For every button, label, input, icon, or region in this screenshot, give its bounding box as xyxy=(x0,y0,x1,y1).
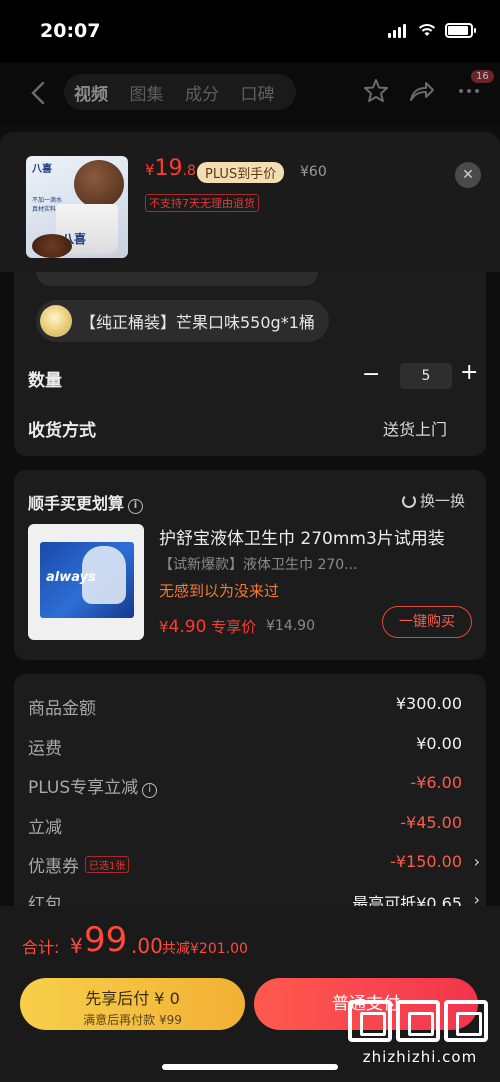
summary-value: -¥150.00 xyxy=(390,852,462,871)
more-badge: 16 xyxy=(471,70,494,83)
rec-price-value: 4.90 xyxy=(168,617,207,637)
summary-value: ¥300.00 xyxy=(395,694,462,713)
total-saved: 共减¥201.00 xyxy=(162,941,248,957)
info-icon[interactable]: i xyxy=(142,783,158,798)
plus-discount-label: PLUS专享立减 xyxy=(28,778,139,798)
close-icon: ✕ xyxy=(462,167,474,183)
share-icon[interactable] xyxy=(406,76,436,106)
price-decimal: .8 xyxy=(182,163,196,179)
tab-ingredients[interactable]: 成分 xyxy=(185,80,241,105)
watermark-logo-icon xyxy=(348,1000,492,1042)
shipping-method-label: 收货方式 xyxy=(28,421,96,441)
status-time: 20:07 xyxy=(40,20,101,42)
watermark-text: zhizhizhi.com xyxy=(362,1048,478,1066)
info-icon[interactable]: i xyxy=(128,499,144,514)
spec-thumbnail xyxy=(40,305,72,337)
coupon-label: 优惠券 xyxy=(28,857,79,877)
battery-tip xyxy=(474,28,476,33)
home-indicator xyxy=(162,1064,338,1070)
total-currency: ¥ xyxy=(70,934,83,958)
quantity-plus-button[interactable]: + xyxy=(460,360,478,385)
summary-label: 立减 xyxy=(28,818,62,838)
quantity-minus-button[interactable]: − xyxy=(362,362,380,387)
one-click-buy-button[interactable]: 一键购买 xyxy=(382,606,472,638)
quantity-input[interactable]: 5 xyxy=(400,363,452,389)
recommend-product-slogan: 无感到以为没来过 xyxy=(159,582,280,600)
wifi-icon xyxy=(418,24,436,36)
total-integer: 99 xyxy=(84,920,128,960)
price-currency: ¥ xyxy=(145,161,155,179)
summary-row-coupon[interactable]: 优惠券 已选1张 -¥150.00 › xyxy=(28,852,480,877)
spec-option-selected[interactable]: 【纯正桶装】芒果口味550g*1桶 xyxy=(36,300,329,342)
summary-value: -¥45.00 xyxy=(400,813,462,832)
watermark: zhizhizhi.com xyxy=(348,1000,492,1066)
chocolate-image xyxy=(32,234,72,258)
recommend-product-image[interactable]: always xyxy=(28,524,144,640)
summary-row-plus-discount: PLUS专享立减 i -¥6.00 xyxy=(28,773,474,798)
chocolate-ball-image xyxy=(74,160,124,208)
rec-price-tag: 专享价 xyxy=(211,618,257,636)
recommend-title-text: 顺手买更划算 xyxy=(28,494,125,513)
spec-card: 【纯正桶装】芒果口味550g*1桶 数量 − 5 + 收货方式 送货上门 xyxy=(14,272,486,456)
tab-video[interactable]: 视频 xyxy=(74,80,130,105)
summary-label: 优惠券 已选1张 xyxy=(28,852,130,877)
recommend-product-subtitle: 【试新爆款】液体卫生巾 270... xyxy=(159,557,358,573)
order-summary-card: 商品金额 ¥300.00 运费 ¥0.00 PLUS专享立减 i -¥6.00 立… xyxy=(14,674,486,915)
spec-option-partial[interactable] xyxy=(36,272,318,286)
pay-later-button[interactable]: 先享后付 ¥ 0 满意后再付款 ¥99 xyxy=(20,978,245,1030)
plus-price-tag: PLUS到手价 xyxy=(197,162,285,183)
summary-row-instant-discount: 立减 -¥45.00 xyxy=(28,813,474,838)
pad-brand-text: always xyxy=(46,570,96,585)
refresh-icon xyxy=(402,494,416,508)
recommend-title: 顺手买更划算 i xyxy=(28,490,144,514)
back-arrow-icon[interactable] xyxy=(24,78,54,108)
battery-icon xyxy=(445,23,473,38)
recommend-product-title[interactable]: 护舒宝液体卫生巾 270mm3片试用装 xyxy=(159,524,445,549)
spec-option-label: 【纯正桶装】芒果口味550g*1桶 xyxy=(80,313,315,332)
chevron-right-icon: › xyxy=(473,852,480,871)
tab-gallery[interactable]: 图集 xyxy=(130,80,186,105)
nav-tabs: 视频 图集 成分 口碑 xyxy=(64,74,296,110)
summary-row-subtotal: 商品金额 ¥300.00 xyxy=(28,694,474,719)
summary-label: 商品金额 xyxy=(28,699,96,719)
product-thumbnail: 八喜 不加一滴水 真材实料 八喜 xyxy=(26,156,128,258)
shipping-method-value[interactable]: 送货上门 xyxy=(383,416,447,440)
summary-label: 运费 xyxy=(28,739,62,759)
quantity-label: 数量 xyxy=(28,371,62,391)
recommend-original-price: ¥14.90 xyxy=(266,618,315,634)
product-price: ¥19.8 xyxy=(145,156,196,181)
rec-price-currency: ¥ xyxy=(159,618,169,636)
price-integer: 19 xyxy=(154,156,183,181)
tab-reviews[interactable]: 口碑 xyxy=(241,80,297,105)
pay-later-title: 先享后付 ¥ 0 xyxy=(85,989,180,1008)
total-decimal: .00 xyxy=(131,934,163,958)
recommend-card: 顺手买更划算 i 换一换 always 护舒宝液体卫生巾 270mm3片试用装 【… xyxy=(14,470,486,660)
thumbnail-logo: 八喜 xyxy=(32,164,52,175)
original-price: ¥60 xyxy=(300,164,327,180)
refresh-button[interactable]: 换一换 xyxy=(402,490,465,511)
cellular-signal-icon xyxy=(388,24,406,38)
product-popup-header: 八喜 不加一滴水 真材实料 八喜 ¥19.8 PLUS到手价 ¥60 不支持7天… xyxy=(0,132,500,272)
summary-value: ¥0.00 xyxy=(416,734,462,753)
recommend-product-price: ¥4.90 专享价 xyxy=(159,616,256,637)
total-label: 合计: xyxy=(22,938,60,957)
summary-row-shipping: 运费 ¥0.00 xyxy=(28,734,474,759)
no-return-badge: 不支持7天无理由退货 xyxy=(145,194,259,212)
product-nav-bar: 视频 图集 成分 口碑 16 xyxy=(0,62,500,124)
pay-later-subtitle: 满意后再付款 ¥99 xyxy=(83,1013,182,1027)
close-button[interactable]: ✕ xyxy=(455,162,481,188)
status-bar: 20:07 xyxy=(0,0,500,62)
refresh-label: 换一换 xyxy=(420,492,466,510)
coupon-selected-tag: 已选1张 xyxy=(85,856,130,873)
summary-label: PLUS专享立减 i xyxy=(28,773,158,798)
star-icon[interactable] xyxy=(361,76,391,106)
summary-value: -¥6.00 xyxy=(410,773,462,792)
